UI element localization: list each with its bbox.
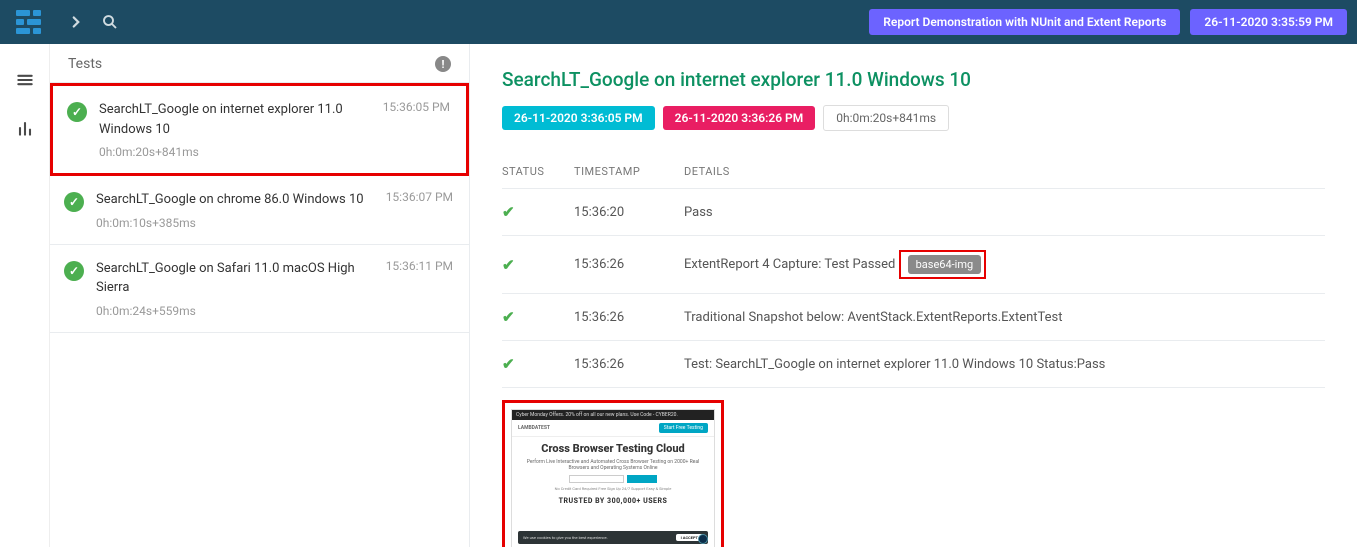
test-item[interactable]: ✓ SearchLT_Google on chrome 86.0 Windows… xyxy=(50,176,469,245)
badge-row: 26-11-2020 3:36:05 PM 26-11-2020 3:36:26… xyxy=(502,105,1325,131)
thumb-cookie-banner: We use cookies to give you the best expe… xyxy=(518,531,708,544)
report-title-badge: Report Demonstration with NUnit and Exte… xyxy=(869,9,1180,35)
check-icon: ✔ xyxy=(502,355,515,373)
status-pass-icon: ✓ xyxy=(64,192,84,212)
thumb-links: No Credit Card Required Free Sign Up 24/… xyxy=(522,486,704,491)
log-timestamp: 15:36:26 xyxy=(574,257,684,272)
log-row: ✔ 15:36:20 Pass xyxy=(502,189,1325,236)
log-timestamp: 15:36:20 xyxy=(574,205,684,220)
list-view-icon[interactable] xyxy=(15,70,35,90)
thumb-input xyxy=(569,475,624,483)
base64-highlight: base64-img xyxy=(899,250,987,279)
info-icon[interactable]: ! xyxy=(435,56,451,72)
test-time: 15:36:07 PM xyxy=(386,190,453,204)
thumb-help-bubble xyxy=(698,534,708,544)
search-icon[interactable] xyxy=(101,13,119,31)
status-pass-icon: ✓ xyxy=(67,102,87,122)
check-icon: ✔ xyxy=(502,203,515,221)
log-row: ✔ 15:36:26 Test: SearchLT_Google on inte… xyxy=(502,341,1325,388)
test-item[interactable]: ✓ SearchLT_Google on internet explorer 1… xyxy=(50,83,469,176)
test-duration: 0h:0m:24s+559ms xyxy=(96,304,376,318)
screenshot-highlight: Cyber Monday Offers. 20% off on all our … xyxy=(502,400,724,547)
detail-title: SearchLT_Google on internet explorer 11.… xyxy=(502,68,1325,91)
log-row: ✔ 15:36:26 ExtentReport 4 Capture: Test … xyxy=(502,236,1325,294)
test-item[interactable]: ✓ SearchLT_Google on Safari 11.0 macOS H… xyxy=(50,245,469,333)
log-timestamp: 15:36:26 xyxy=(574,310,684,325)
test-duration: 0h:0m:10s+385ms xyxy=(96,216,376,230)
base64-img-pill[interactable]: base64-img xyxy=(908,255,982,274)
end-time-badge: 26-11-2020 3:36:26 PM xyxy=(663,106,816,130)
thumb-hero-sub: Perform Live Interactive and Automated C… xyxy=(522,459,704,471)
test-name: SearchLT_Google on chrome 86.0 Windows 1… xyxy=(96,190,376,210)
log-details: Pass xyxy=(684,205,1325,220)
start-time-badge: 26-11-2020 3:36:05 PM xyxy=(502,106,655,130)
log-timestamp: 15:36:26 xyxy=(574,357,684,372)
thumb-logo: LAMBDATEST xyxy=(518,425,550,431)
col-details: DETAILS xyxy=(684,165,1325,178)
left-rail xyxy=(0,44,50,547)
test-name: SearchLT_Google on Safari 11.0 macOS Hig… xyxy=(96,259,376,298)
test-time: 15:36:11 PM xyxy=(386,259,453,273)
tests-panel: Tests ! ✓ SearchLT_Google on internet ex… xyxy=(50,44,470,547)
test-time: 15:36:05 PM xyxy=(383,100,450,114)
col-timestamp: TIMESTAMP xyxy=(574,165,684,178)
test-duration: 0h:0m:20s+841ms xyxy=(99,145,373,159)
thumb-trusted: TRUSTED BY 300,000+ USERS xyxy=(522,497,704,505)
tests-title: Tests xyxy=(68,56,102,72)
detail-panel: SearchLT_Google on internet explorer 11.… xyxy=(470,44,1357,547)
thumb-promo-bar: Cyber Monday Offers. 20% off on all our … xyxy=(512,410,714,420)
duration-badge: 0h:0m:20s+841ms xyxy=(823,105,949,131)
screenshot-thumbnail[interactable]: Cyber Monday Offers. 20% off on all our … xyxy=(511,409,715,547)
log-details: Test: SearchLT_Google on internet explor… xyxy=(684,357,1325,372)
check-icon: ✔ xyxy=(502,256,515,274)
thumb-cta: Start Free Testing xyxy=(659,423,708,433)
app-logo xyxy=(16,10,41,34)
thumb-start-btn xyxy=(627,475,657,483)
chevron-right-icon[interactable] xyxy=(67,13,85,31)
main-area: Tests ! ✓ SearchLT_Google on internet ex… xyxy=(50,44,1357,547)
report-datetime-badge: 26-11-2020 3:35:59 PM xyxy=(1190,9,1347,35)
log-details: Traditional Snapshot below: AventStack.E… xyxy=(684,310,1325,325)
thumb-hero-title: Cross Browser Testing Cloud xyxy=(522,443,704,456)
tests-header: Tests ! xyxy=(50,44,469,83)
check-icon: ✔ xyxy=(502,308,515,326)
log-table-header: STATUS TIMESTAMP DETAILS xyxy=(502,155,1325,189)
status-pass-icon: ✓ xyxy=(64,261,84,281)
test-name: SearchLT_Google on internet explorer 11.… xyxy=(99,100,373,139)
log-details: ExtentReport 4 Capture: Test Passed base… xyxy=(684,250,1325,279)
dashboard-icon[interactable] xyxy=(15,118,35,138)
log-row: ✔ 15:36:26 Traditional Snapshot below: A… xyxy=(502,294,1325,341)
col-status: STATUS xyxy=(502,165,574,178)
topbar: Report Demonstration with NUnit and Exte… xyxy=(0,0,1357,44)
